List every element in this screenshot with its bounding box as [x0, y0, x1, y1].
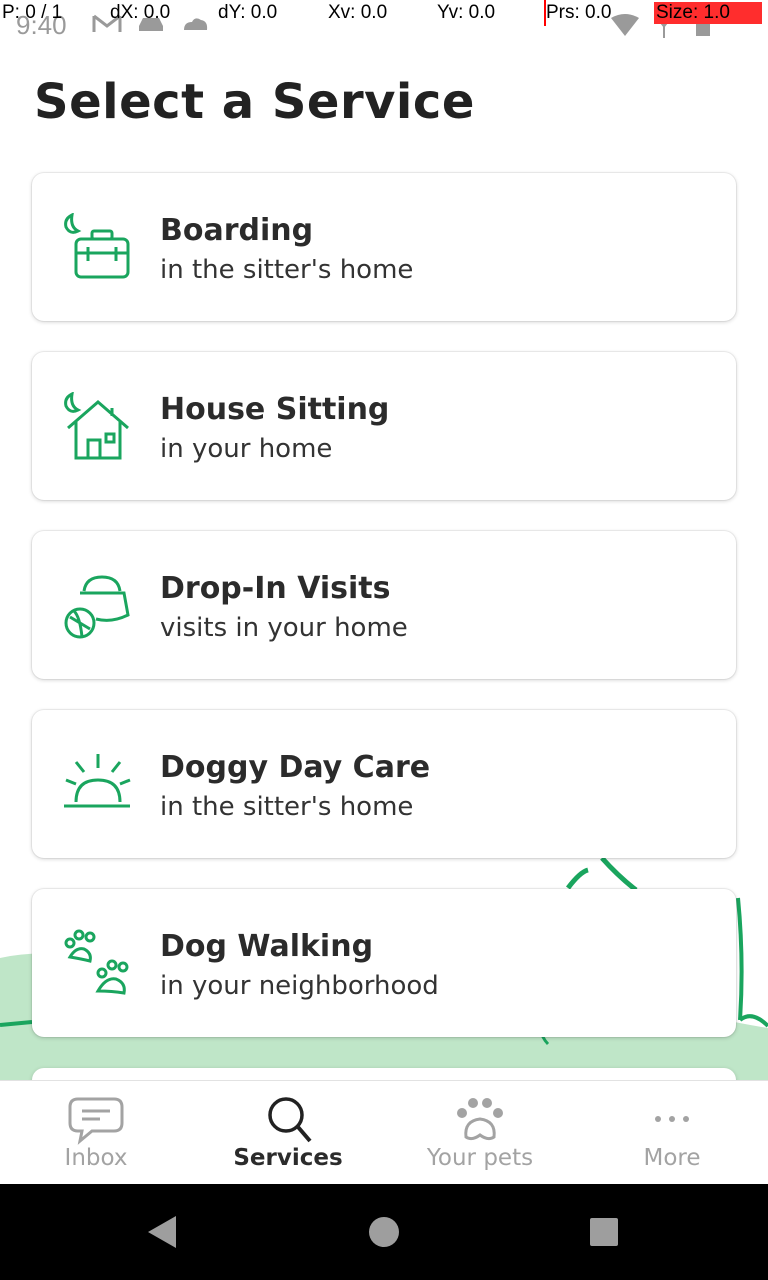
nav-label-services: Services: [233, 1145, 343, 1171]
debug-dy: dY: 0.0: [218, 2, 278, 23]
recents-icon[interactable]: [588, 1216, 620, 1248]
service-card-drop-in-visits[interactable]: Drop-In Visits visits in your home: [32, 531, 736, 679]
service-card-doggy-day-care[interactable]: Doggy Day Care in the sitter's home: [32, 710, 736, 858]
debug-xv: Xv: 0.0: [328, 2, 388, 23]
nav-label-more: More: [643, 1145, 701, 1171]
search-icon: [268, 1097, 312, 1143]
service-subtitle: in the sitter's home: [160, 792, 414, 822]
home-icon[interactable]: [368, 1216, 400, 1248]
house-sitting-icon: [64, 392, 129, 460]
service-title: Drop-In Visits: [160, 571, 391, 606]
service-title: Doggy Day Care: [160, 750, 431, 785]
service-card-dog-walking[interactable]: Dog Walking in your neighborhood: [32, 889, 736, 1037]
nav-item-inbox[interactable]: Inbox: [0, 1081, 192, 1185]
sun-icon: [64, 754, 131, 808]
service-title: Dog Walking: [160, 929, 374, 964]
nav-item-services[interactable]: Services: [192, 1081, 384, 1185]
debug-yv: Yv: 0.0: [437, 2, 496, 23]
more-dots-icon: [655, 1116, 689, 1122]
paw-icon: [457, 1098, 503, 1141]
chat-bubble-icon: [68, 1097, 124, 1145]
service-title: Boarding: [160, 213, 314, 248]
debug-pointer: P: 0 / 1: [2, 2, 63, 23]
back-icon[interactable]: [146, 1214, 178, 1250]
debug-pressure: Prs: 0.0: [546, 2, 612, 23]
debug-size: Size: 1.0: [654, 2, 762, 24]
nav-item-more[interactable]: More: [576, 1081, 768, 1185]
boarding-icon: [64, 213, 130, 279]
bottom-navigation: Inbox Services Your pets More: [0, 1080, 768, 1184]
service-title: House Sitting: [160, 392, 390, 427]
service-card-house-sitting[interactable]: House Sitting in your home: [32, 352, 736, 500]
system-navigation-bar: [0, 1184, 768, 1280]
drop-in-icon: [64, 575, 130, 639]
service-subtitle: visits in your home: [160, 613, 408, 643]
paws-icon: [64, 929, 129, 995]
service-subtitle: in the sitter's home: [160, 255, 414, 285]
nav-label-inbox: Inbox: [64, 1145, 128, 1171]
service-card-boarding[interactable]: Boarding in the sitter's home: [32, 173, 736, 321]
nav-item-your-pets[interactable]: Your pets: [384, 1081, 576, 1185]
service-subtitle: in your home: [160, 434, 333, 464]
pointer-debug-overlay: P: 0 / 1 dX: 0.0 dY: 0.0 Xv: 0.0 Yv: 0.0…: [0, 0, 768, 28]
service-subtitle: in your neighborhood: [160, 971, 439, 1001]
nav-label-your-pets: Your pets: [426, 1145, 534, 1171]
debug-dx: dX: 0.0: [110, 2, 171, 23]
page-title: Select a Service: [34, 74, 475, 130]
